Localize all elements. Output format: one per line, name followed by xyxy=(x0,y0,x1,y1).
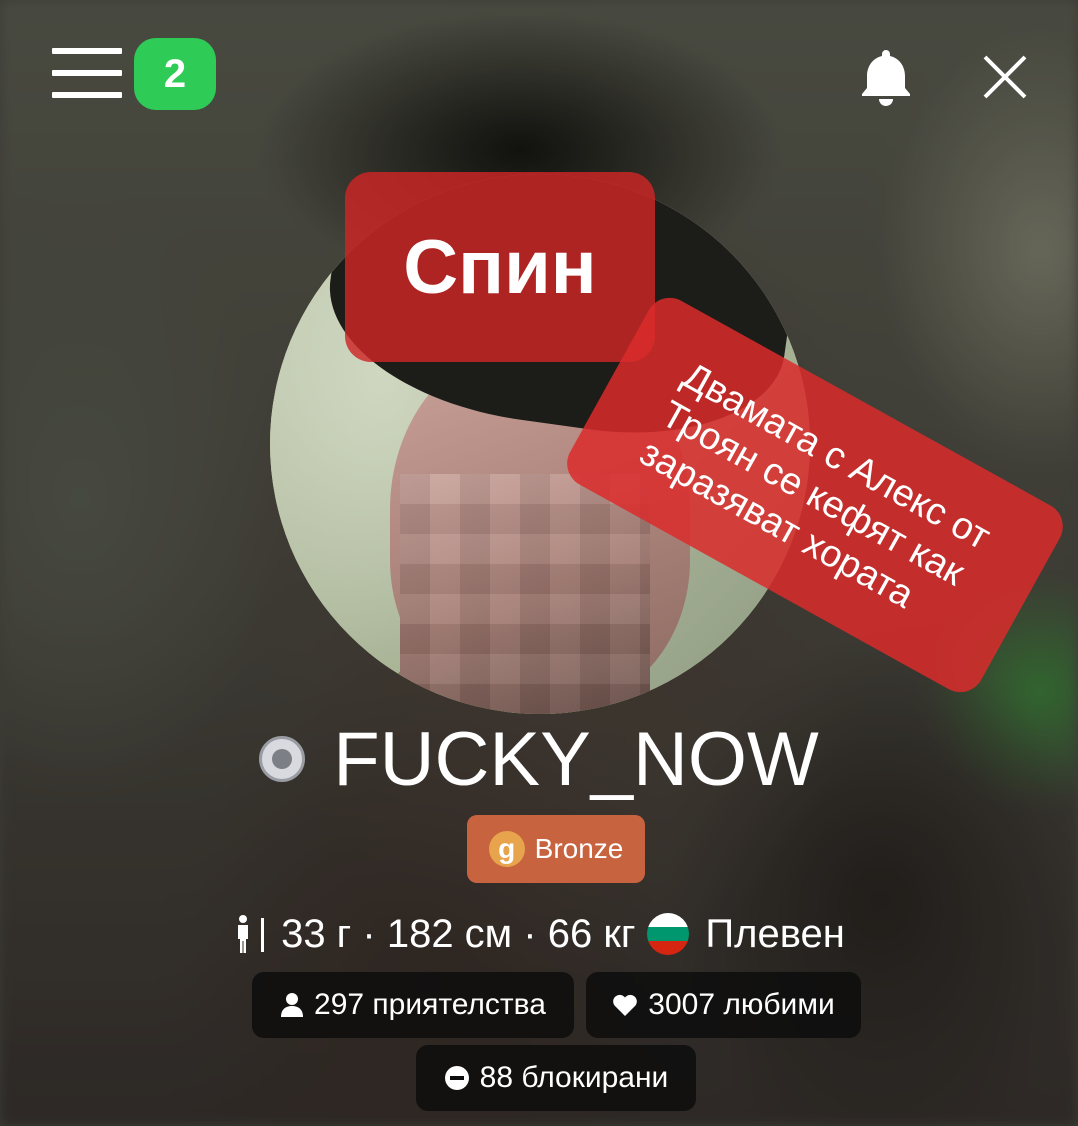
age-height-weight: 33 г · 182 см · 66 кг xyxy=(281,911,636,956)
profile-screen: 2 Спин Двамата с Алекс от Троян се кефят… xyxy=(0,0,1078,1126)
username: FUCKY_NOW xyxy=(333,716,819,802)
notification-count-badge[interactable]: 2 xyxy=(134,38,216,110)
minus-circle-icon xyxy=(444,1066,469,1090)
hamburger-menu-icon[interactable] xyxy=(52,48,122,100)
pixelated-face xyxy=(400,474,650,714)
offline-status-icon xyxy=(259,736,306,782)
city: Плевен xyxy=(705,911,845,956)
heart-icon xyxy=(613,994,638,1016)
friends-button[interactable]: 297 приятелства xyxy=(252,972,574,1038)
username-row: FUCKY_NOW xyxy=(0,716,1078,802)
close-icon[interactable] xyxy=(982,54,1028,100)
profile-info-row: 33 г · 182 см · 66 кг Плевен xyxy=(0,904,1078,964)
tier-badge[interactable]: g Bronze xyxy=(467,815,645,883)
spin-label[interactable]: Спин xyxy=(345,172,655,362)
tier-label: Bronze xyxy=(534,833,624,864)
bulgaria-flag-icon xyxy=(647,913,690,955)
blocked-count: 88 блокирани xyxy=(479,1061,669,1094)
friends-count: 297 приятелства xyxy=(314,988,546,1021)
blocked-button[interactable]: 88 блокирани xyxy=(416,1045,696,1111)
favorites-button[interactable]: 3007 любими xyxy=(586,972,861,1038)
bell-icon[interactable] xyxy=(856,46,916,106)
user-icon xyxy=(281,993,304,1017)
favorites-count: 3007 любими xyxy=(648,988,835,1021)
male-gender-icon xyxy=(238,915,265,953)
tier-coin-icon: g xyxy=(488,831,525,867)
